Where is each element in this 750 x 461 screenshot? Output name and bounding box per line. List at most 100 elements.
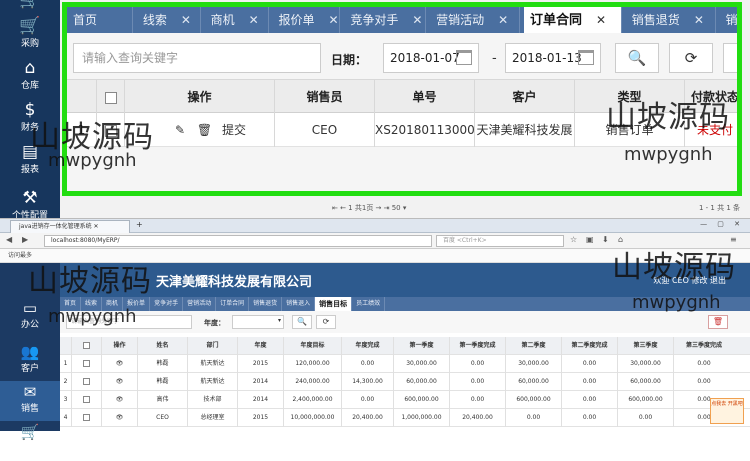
search-button[interactable]: 🔍: [615, 43, 659, 73]
checkbox[interactable]: [104, 91, 117, 104]
refresh-button[interactable]: ⟳: [316, 315, 336, 329]
table-row[interactable]: 2 👁 韩磊 航天新达 2014 240,000.00 14,300.00 60…: [60, 373, 750, 391]
row-number: 1: [60, 355, 72, 373]
table-row[interactable]: 3 👁 高伟 技术部 2014 2,400,000.00 0.00 600,00…: [60, 391, 750, 409]
window-controls[interactable]: — ▢ ✕: [700, 220, 744, 228]
sidebar-item-purchase[interactable]: 🛒 采购: [0, 14, 60, 58]
view-icon[interactable]: 👁: [102, 391, 138, 409]
tab-sales-target[interactable]: 销售目标: [315, 297, 353, 311]
delete-button[interactable]: 🗑: [708, 315, 728, 329]
tab-sales-return[interactable]: 销售退货 ✕: [626, 7, 716, 33]
checkbox[interactable]: [104, 124, 117, 137]
tab-clues[interactable]: 线索 ✕: [137, 7, 201, 33]
app-toolbar: 请输入查询关键字 年度： ▾ 🔍 ⟳ 🗑: [60, 311, 750, 333]
submit-link[interactable]: 提交: [222, 123, 246, 137]
table-cell: 1,000,000.00: [394, 409, 450, 427]
search-button[interactable]: 🔍: [292, 315, 312, 329]
view-icon[interactable]: 👁: [102, 355, 138, 373]
menu-icon[interactable]: ≡: [730, 235, 737, 244]
close-icon[interactable]: ✕: [596, 13, 606, 27]
checkbox[interactable]: [83, 342, 90, 349]
table-cell: 0.00: [697, 378, 711, 385]
select-all-checkbox[interactable]: [97, 80, 125, 114]
tab-sales-in[interactable]: 销售退入: [282, 297, 316, 311]
table-cell: 60,000.00: [618, 373, 674, 391]
tab-order-contract[interactable]: 订单合同 ✕: [523, 7, 622, 33]
end-date-field[interactable]: 2018-01-13: [505, 43, 601, 73]
start-date-field[interactable]: 2018-01-07: [383, 43, 479, 73]
column-header: 第三季度完成: [685, 342, 722, 349]
refresh-button[interactable]: ⟳: [669, 43, 713, 73]
edit-icon[interactable]: ✎: [175, 123, 185, 137]
sidebar-item-purchase[interactable]: 🛒: [0, 421, 60, 461]
column-header: [60, 337, 72, 355]
tab-clues[interactable]: 线索: [81, 297, 103, 311]
new-tab-icon[interactable]: +: [136, 220, 143, 229]
row-checkbox-cell[interactable]: [72, 409, 102, 427]
tab-opportunity[interactable]: 商机: [102, 297, 124, 311]
search-input[interactable]: 请输入查询关键字: [73, 43, 321, 73]
close-icon[interactable]: ✕: [329, 13, 339, 27]
checkbox[interactable]: [83, 396, 90, 403]
forward-icon[interactable]: ▶: [22, 235, 28, 244]
tab-sales[interactable]: 销售: [720, 7, 737, 33]
tab-performance[interactable]: 员工绩效: [352, 297, 386, 311]
view-icon[interactable]: 👁: [102, 373, 138, 391]
promo-badge[interactable]: 点我去 开黑吧: [710, 398, 744, 424]
tab-sales-return[interactable]: 销售退货: [249, 297, 283, 311]
browser-tab[interactable]: java进销存一体化管理系统 ✕: [10, 220, 130, 233]
close-icon[interactable]: ✕: [249, 13, 259, 27]
close-icon[interactable]: ✕: [412, 13, 422, 27]
row-checkbox-cell[interactable]: [72, 391, 102, 409]
tab-competitor[interactable]: 竞争对手 ✕: [344, 7, 427, 33]
sidebar-item-customer[interactable]: 👥 客户: [0, 341, 60, 381]
calendar-icon[interactable]: [456, 50, 472, 65]
row-checkbox-cell[interactable]: [72, 373, 102, 391]
table-row[interactable]: 1 ✎ 🗑 提交 CEO XS201801130002 天津美耀科技发展 销售订…: [67, 113, 737, 147]
close-icon[interactable]: ✕: [694, 13, 704, 27]
tab-competitor[interactable]: 竞争对手: [150, 297, 184, 311]
favorites-label[interactable]: 访问最多: [8, 252, 32, 259]
star-icon[interactable]: ☆: [570, 235, 577, 244]
checkbox[interactable]: [83, 360, 90, 367]
tab-campaign[interactable]: 营销活动 ✕: [430, 7, 521, 33]
tab-quote[interactable]: 报价单: [123, 297, 151, 311]
checkbox[interactable]: [83, 414, 90, 421]
calendar-icon[interactable]: [578, 50, 594, 65]
sidebar-item-report[interactable]: ▤ 报表: [0, 140, 60, 184]
tab-order-contract[interactable]: 订单合同: [216, 297, 250, 311]
close-icon[interactable]: ✕: [498, 13, 508, 27]
tab-campaign[interactable]: 营销活动: [183, 297, 217, 311]
row-checkbox-cell[interactable]: [72, 355, 102, 373]
tab-label: 商机: [210, 13, 235, 27]
table-row[interactable]: 1 👁 韩磊 航天新达 2015 120,000.00 0.00 30,000.…: [60, 355, 750, 373]
row-checkbox-cell[interactable]: [97, 113, 125, 147]
tab-opportunity[interactable]: 商机 ✕: [205, 7, 269, 33]
tab-quote[interactable]: 报价单 ✕: [272, 7, 341, 33]
sidebar-item-finance[interactable]: $ 财务: [0, 98, 60, 142]
download-icon[interactable]: ⬇: [602, 235, 609, 244]
more-button[interactable]: [723, 43, 737, 73]
tab-home[interactable]: 首页: [67, 7, 133, 33]
table-row[interactable]: 4 👁 CEO 总经理室 2015 10,000,000.00 20,400.0…: [60, 409, 750, 427]
tab-home[interactable]: 首页: [60, 297, 82, 311]
user-area[interactable]: 欢迎 CEO 修改 退出: [653, 275, 726, 286]
bookmark-icon[interactable]: ▣: [586, 235, 594, 244]
back-icon[interactable]: ◀: [6, 235, 12, 244]
browser-search-box[interactable]: 百度 <Ctrl+K>: [436, 235, 564, 247]
address-bar[interactable]: localhost:8080/MyERP/: [44, 235, 432, 247]
year-select[interactable]: ▾: [232, 315, 284, 329]
search-input[interactable]: 请输入查询关键字: [66, 315, 192, 329]
select-all-checkbox[interactable]: [72, 337, 102, 355]
table-cell: 0.00: [342, 391, 394, 409]
view-icon[interactable]: 👁: [102, 409, 138, 427]
sidebar-item-sales[interactable]: ✉ 销售: [0, 381, 60, 421]
sidebar-item-office[interactable]: ▭ 办公: [0, 297, 60, 337]
sidebar-item-warehouse[interactable]: ⌂ 仓库: [0, 56, 60, 100]
checkbox[interactable]: [83, 378, 90, 385]
trash-icon[interactable]: 🗑: [197, 123, 212, 137]
home-icon[interactable]: ⌂: [618, 235, 623, 244]
pager-controls[interactable]: ⇤ ← 1 共1页 → ⇥ 50 ▾: [332, 203, 406, 213]
close-icon[interactable]: ✕: [181, 13, 191, 27]
refresh-icon: ⟳: [684, 49, 698, 67]
